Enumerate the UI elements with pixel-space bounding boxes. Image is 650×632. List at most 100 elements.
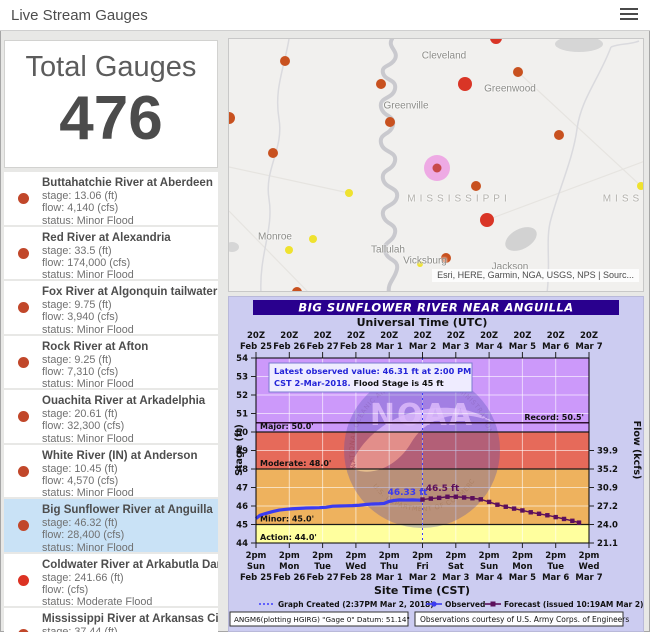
- bottom-tick-date: Feb 26: [273, 573, 305, 583]
- forecast-point: [479, 497, 483, 501]
- zone-label: Major: 50.0': [260, 422, 314, 431]
- zone-label: Moderate: 48.0': [260, 459, 331, 468]
- map-canvas[interactable]: [229, 39, 644, 292]
- gauge-map-marker[interactable]: [229, 112, 235, 124]
- gauge-flow: flow: 4,570 (cfs): [42, 475, 214, 487]
- bottom-tick-time: 2pm: [579, 551, 600, 561]
- gauge-map-marker[interactable]: [280, 56, 290, 66]
- observed-value-label: 46.33 ft: [388, 488, 429, 498]
- bottom-axis-label: Site Time (CST): [374, 584, 470, 597]
- selected-gauge-marker[interactable]: [433, 164, 442, 173]
- gauge-map-marker[interactable]: [309, 235, 317, 243]
- gauge-status-dot-icon: [18, 466, 29, 477]
- river-line: [547, 41, 639, 292]
- top-axis-label: Universal Time (UTC): [357, 316, 488, 329]
- gauge-stage: stage: 46.32 (ft): [42, 517, 214, 529]
- record-label: Record: 50.5': [524, 413, 584, 422]
- gauge-list-item[interactable]: Rock River at Aftonstage: 9.25 (ft)flow:…: [4, 336, 218, 389]
- bottom-tick-date: Mar 6: [542, 573, 569, 583]
- top-tick-z: 20Z: [480, 331, 498, 341]
- forecast-point: [454, 495, 458, 499]
- bottom-tick-date: Mar 7: [575, 573, 602, 583]
- flow-tick: 35.2: [597, 465, 618, 475]
- gauge-status-dot-icon: [18, 411, 29, 422]
- gauge-status: status: Minor Flood: [42, 215, 214, 227]
- gauge-name: Mississippi River at Arkansas City: [42, 613, 214, 626]
- gauge-map-marker[interactable]: [376, 79, 386, 89]
- gauge-map-marker[interactable]: [417, 261, 423, 267]
- zone-label: Minor: 45.0': [260, 515, 314, 524]
- bottom-tick-day: Thu: [380, 562, 398, 572]
- bottom-tick-time: 2pm: [545, 551, 566, 561]
- gauge-map-marker[interactable]: [513, 67, 523, 77]
- top-tick-date: Feb 25: [240, 342, 272, 352]
- gauge-list-item[interactable]: Coldwater River at Arkabutla Damstage: 2…: [4, 554, 218, 607]
- bottom-tick-date: Mar 4: [475, 573, 502, 583]
- hamburger-menu-icon[interactable]: [620, 8, 638, 22]
- gauge-list-item[interactable]: Big Sunflower River at Anguillastage: 46…: [4, 499, 218, 552]
- hydrograph-panel: BIG SUNFLOWER RIVER NEAR ANGUILLAUnivers…: [228, 296, 644, 632]
- gauge-list-item[interactable]: Red River at Alexandriastage: 33.5 (ft)f…: [4, 227, 218, 280]
- gauge-stage: stage: 37.44 (ft): [42, 626, 214, 632]
- water-body: [229, 242, 239, 252]
- flow-tick: 21.1: [597, 539, 618, 549]
- bottom-tick-date: Mar 1: [376, 573, 403, 583]
- gauge-status-dot-icon: [18, 520, 29, 531]
- gauge-name: Fox River at Algonquin tailwater: [42, 286, 214, 299]
- bottom-tick-day: Mon: [512, 562, 532, 572]
- bottom-tick-day: Tue: [314, 562, 331, 572]
- forecast-point: [554, 515, 558, 519]
- flow-tick: 39.9: [597, 447, 618, 457]
- gauge-list-item[interactable]: Mississippi River at Arkansas Citystage:…: [4, 608, 218, 632]
- stage-tick: 52: [236, 391, 248, 401]
- top-tick-z: 20Z: [447, 331, 465, 341]
- flow-tick: 30.9: [597, 484, 618, 494]
- water-body: [555, 39, 603, 52]
- bottom-tick-time: 2pm: [246, 551, 267, 561]
- page-title: Live Stream Gauges: [11, 7, 148, 24]
- gauge-map-marker[interactable]: [285, 246, 293, 254]
- flow-tick: 24.0: [597, 521, 618, 531]
- gauge-map-marker[interactable]: [268, 148, 278, 158]
- bottom-tick-day: Wed: [345, 562, 366, 572]
- gauge-stage: stage: 10.45 (ft): [42, 463, 214, 475]
- top-tick-z: 20Z: [380, 331, 398, 341]
- stream-gauges-map[interactable]: ClevelandGreenwoodGreenvilleMonroeTallul…: [228, 38, 644, 292]
- gauge-list-item[interactable]: Ouachita River at Arkadelphiastage: 20.6…: [4, 390, 218, 443]
- top-tick-z: 20Z: [280, 331, 298, 341]
- bottom-tick-time: 2pm: [445, 551, 466, 561]
- road-line: [229, 167, 349, 193]
- top-tick-z: 20Z: [547, 331, 565, 341]
- top-tick-date: Mar 3: [442, 342, 469, 352]
- gauge-list-item[interactable]: White River (IN) at Andersonstage: 10.45…: [4, 445, 218, 498]
- stage-tick: 45: [236, 521, 248, 531]
- stage-tick: 47: [236, 484, 248, 494]
- gauge-list[interactable]: Buttahatchie River at Aberdeenstage: 13.…: [4, 172, 218, 632]
- gauge-list-item[interactable]: Buttahatchie River at Aberdeenstage: 13.…: [4, 172, 218, 225]
- total-gauges-value: 476: [5, 88, 217, 150]
- gauge-map-marker[interactable]: [385, 117, 395, 127]
- gauge-map-marker[interactable]: [458, 77, 472, 91]
- gauge-map-marker[interactable]: [490, 39, 502, 44]
- gauge-map-marker[interactable]: [345, 189, 353, 197]
- bottom-tick-date: Feb 25: [240, 573, 272, 583]
- gauge-map-marker[interactable]: [480, 213, 494, 227]
- gauge-list-item[interactable]: Fox River at Algonquin tailwaterstage: 9…: [4, 281, 218, 334]
- gauge-status: status: Minor Flood: [42, 433, 214, 445]
- gauge-name: Rock River at Afton: [42, 341, 214, 354]
- zone-label: Action: 44.0': [260, 533, 317, 542]
- gauge-map-marker[interactable]: [441, 253, 451, 263]
- top-tick-z: 20Z: [580, 331, 598, 341]
- stage-tick: 54: [236, 354, 248, 364]
- gauge-name: Buttahatchie River at Aberdeen: [42, 177, 214, 190]
- gauge-flow: flow: 28,400 (cfs): [42, 529, 214, 541]
- gauge-name: Coldwater River at Arkabutla Dam: [42, 559, 214, 572]
- forecast-point: [570, 519, 574, 523]
- gauge-flow: flow: 7,310 (cfs): [42, 366, 214, 378]
- total-gauges-card: Total Gauges 476: [4, 40, 218, 168]
- gauge-map-marker[interactable]: [554, 130, 564, 140]
- stage-tick: 44: [236, 539, 248, 549]
- gauge-map-marker[interactable]: [292, 287, 302, 292]
- gauge-map-marker[interactable]: [471, 181, 481, 191]
- bottom-tick-time: 2pm: [279, 551, 300, 561]
